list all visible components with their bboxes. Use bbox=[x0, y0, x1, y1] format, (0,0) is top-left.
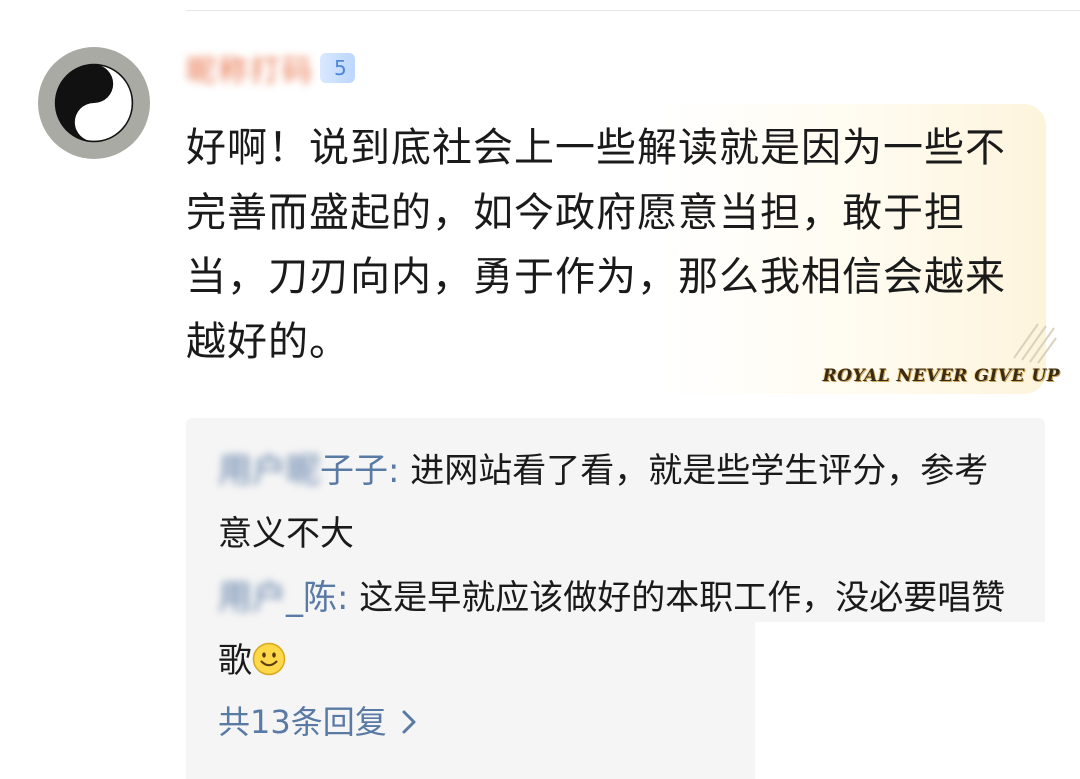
reply-author[interactable]: _陈 bbox=[286, 578, 337, 618]
divider bbox=[186, 10, 1080, 11]
card-watermark-logo: ROYAL NEVER GIVE UP bbox=[822, 366, 1060, 386]
reply-author[interactable]: 子子 bbox=[320, 451, 388, 491]
chevron-right-icon bbox=[402, 710, 416, 734]
comment-screen: 昵称打码 5 好啊！说到底社会上一些解读就是因为一些不完善而盛起的，如今政府愿意… bbox=[0, 0, 1080, 779]
reply-count-label[interactable]: 共13条回复 bbox=[218, 696, 387, 748]
smile-emoji-icon bbox=[252, 642, 286, 676]
screenshot-crop-patch bbox=[755, 622, 1080, 779]
reply-item[interactable]: 用户昵子子: 进网站看了看，就是些学生评分，参考意义不大 bbox=[218, 440, 1018, 566]
reply-author-blurred[interactable]: 用户昵 bbox=[218, 451, 320, 491]
reply-separator: : bbox=[388, 451, 411, 491]
reply-separator: : bbox=[337, 578, 360, 618]
level-badge: 5 bbox=[320, 53, 355, 83]
card-decoration-stripes bbox=[1013, 323, 1057, 364]
yin-yang-icon bbox=[54, 63, 134, 143]
level-badge-value: 5 bbox=[334, 56, 347, 80]
view-all-replies-link[interactable]: 共13条回复 bbox=[218, 696, 417, 748]
author-name[interactable]: 昵称打码 bbox=[186, 46, 314, 90]
comment-author[interactable]: 昵称打码 5 bbox=[186, 46, 355, 90]
comment-text: 好啊！说到底社会上一些解读就是因为一些不完善而盛起的，如今政府愿意当担，敢于担当… bbox=[186, 125, 1006, 365]
reply-author-blurred[interactable]: 用户 bbox=[218, 578, 286, 618]
avatar[interactable] bbox=[38, 47, 150, 159]
